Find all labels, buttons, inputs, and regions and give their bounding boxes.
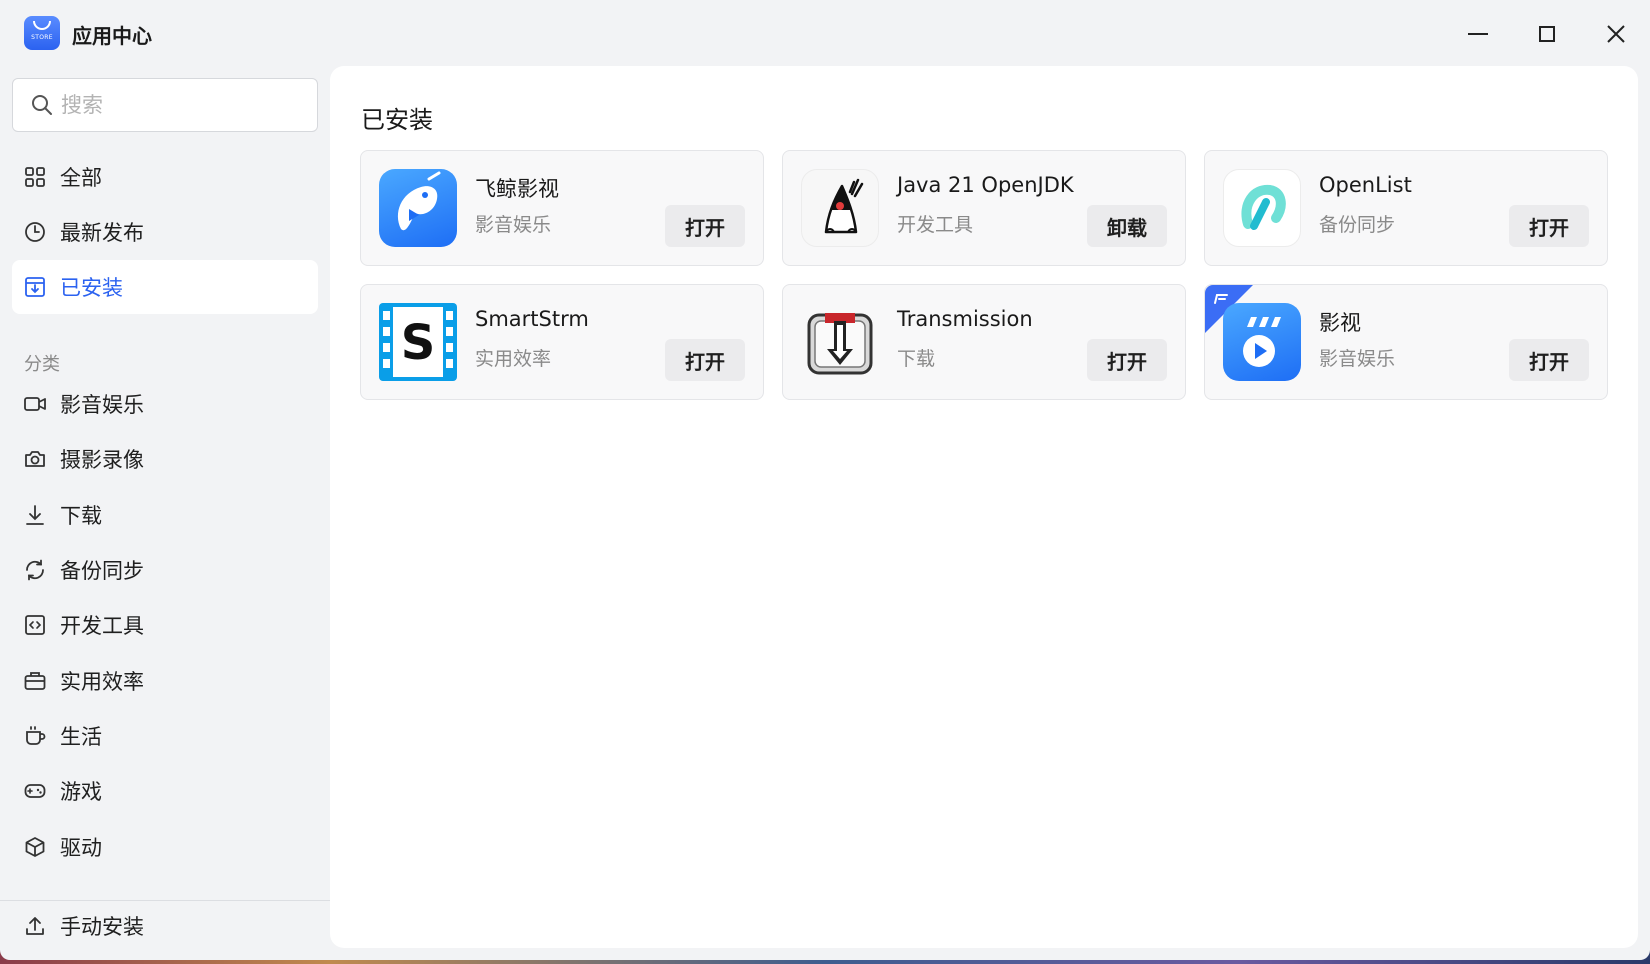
categories-heading: 分类	[24, 354, 60, 375]
app-card[interactable]: Java 21 OpenJDK 开发工具 卸载	[782, 150, 1186, 266]
yingshi-app-icon	[1223, 303, 1301, 381]
app-card[interactable]: Transmission 下载 打开	[782, 284, 1186, 400]
app-name: 影视	[1319, 311, 1361, 335]
java-duke-app-icon	[801, 169, 879, 247]
category-label: 备份同步	[60, 559, 144, 583]
gamepad-icon	[24, 780, 46, 802]
category-drivers[interactable]: 驱动	[12, 820, 318, 874]
transmission-app-icon	[801, 303, 879, 381]
openlist-app-icon	[1223, 169, 1301, 247]
category-label: 驱动	[60, 836, 102, 860]
close-icon	[1607, 25, 1625, 43]
open-button[interactable]: 打开	[1509, 205, 1589, 247]
nav-item-label: 最新发布	[60, 221, 144, 245]
sync-icon	[24, 559, 46, 581]
cup-icon	[24, 725, 46, 747]
grid-icon	[24, 166, 46, 188]
video-camera-icon	[24, 393, 46, 415]
category-label: 游戏	[60, 780, 102, 804]
category-label: 摄影录像	[60, 448, 144, 472]
category-label: 影音娱乐	[60, 393, 144, 417]
category-download[interactable]: 下载	[12, 488, 318, 542]
category-backup-sync[interactable]: 备份同步	[12, 543, 318, 597]
category-video-entertainment[interactable]: 影音娱乐	[12, 377, 318, 431]
open-button[interactable]: 打开	[1509, 339, 1589, 381]
app-card[interactable]: OpenList 备份同步 打开	[1204, 150, 1608, 266]
category-photography[interactable]: 摄影录像	[12, 432, 318, 486]
search-icon	[32, 95, 52, 115]
category-label: 下载	[60, 504, 102, 528]
open-button[interactable]: 打开	[665, 339, 745, 381]
search-box[interactable]	[12, 78, 318, 132]
open-button[interactable]: 打开	[665, 205, 745, 247]
store-logo-icon: STORE	[24, 16, 60, 50]
app-name: SmartStrm	[475, 307, 589, 331]
camera-icon	[24, 448, 46, 470]
app-card[interactable]: S SmartStrm 实用效率 打开	[360, 284, 764, 400]
app-name: OpenList	[1319, 173, 1412, 197]
manual-install-label: 手动安装	[60, 915, 144, 939]
search-input[interactable]	[61, 93, 301, 117]
app-category: 影音娱乐	[1319, 348, 1396, 370]
upload-icon	[24, 915, 46, 937]
app-card[interactable]: 飞鲸影视 影音娱乐 打开	[360, 150, 764, 266]
page-title: 已安装	[361, 106, 433, 134]
app-category: 影音娱乐	[475, 214, 552, 236]
manual-install-button[interactable]: 手动安装	[12, 899, 318, 953]
maximize-icon	[1539, 26, 1555, 42]
nav-item-installed[interactable]: 已安装	[12, 260, 318, 314]
main-panel: 已安装 飞鲸影视 影音娱乐 打开 Java 21 OpenJDK 开发工具 卸载…	[330, 66, 1638, 948]
category-label: 实用效率	[60, 670, 144, 694]
title-bar: STORE 应用中心	[0, 0, 1650, 64]
nav-item-latest[interactable]: 最新发布	[12, 205, 318, 259]
code-icon	[24, 614, 46, 636]
app-name: 飞鲸影视	[475, 177, 559, 201]
app-category: 实用效率	[475, 348, 552, 370]
category-label: 开发工具	[60, 614, 144, 638]
maximize-button[interactable]	[1527, 14, 1567, 54]
installed-icon	[24, 276, 46, 298]
svg-text:S: S	[401, 315, 436, 371]
nav-item-label: 已安装	[60, 276, 123, 300]
category-dev-tools[interactable]: 开发工具	[12, 598, 318, 652]
category-label: 生活	[60, 725, 102, 749]
category-life[interactable]: 生活	[12, 709, 318, 763]
toolbox-icon	[24, 670, 46, 692]
clock-icon	[24, 221, 46, 243]
app-center-window: STORE 应用中心 全部 最新发布	[0, 0, 1650, 960]
category-games[interactable]: 游戏	[12, 764, 318, 818]
nav-item-label: 全部	[60, 166, 102, 190]
app-name: Java 21 OpenJDK	[897, 173, 1074, 197]
app-category: 下载	[897, 348, 936, 370]
minimize-button[interactable]	[1458, 14, 1498, 54]
open-button[interactable]: 打开	[1087, 339, 1167, 381]
app-name: Transmission	[897, 307, 1033, 331]
app-category: 备份同步	[1319, 214, 1396, 236]
app-category: 开发工具	[897, 214, 974, 236]
close-button[interactable]	[1596, 14, 1636, 54]
uninstall-button[interactable]: 卸载	[1087, 205, 1167, 247]
app-card[interactable]: 影视 影音娱乐 打开	[1204, 284, 1608, 400]
sidebar: 全部 最新发布 已安装 分类 影音娱乐 摄影录像	[0, 64, 330, 960]
nav-item-all[interactable]: 全部	[12, 150, 318, 204]
cube-icon	[24, 836, 46, 858]
category-productivity[interactable]: 实用效率	[12, 654, 318, 708]
minimize-icon	[1468, 33, 1488, 35]
smartstrm-app-icon: S	[379, 303, 457, 381]
narwhal-app-icon	[379, 169, 457, 247]
download-icon	[24, 504, 46, 526]
window-title: 应用中心	[72, 24, 152, 48]
